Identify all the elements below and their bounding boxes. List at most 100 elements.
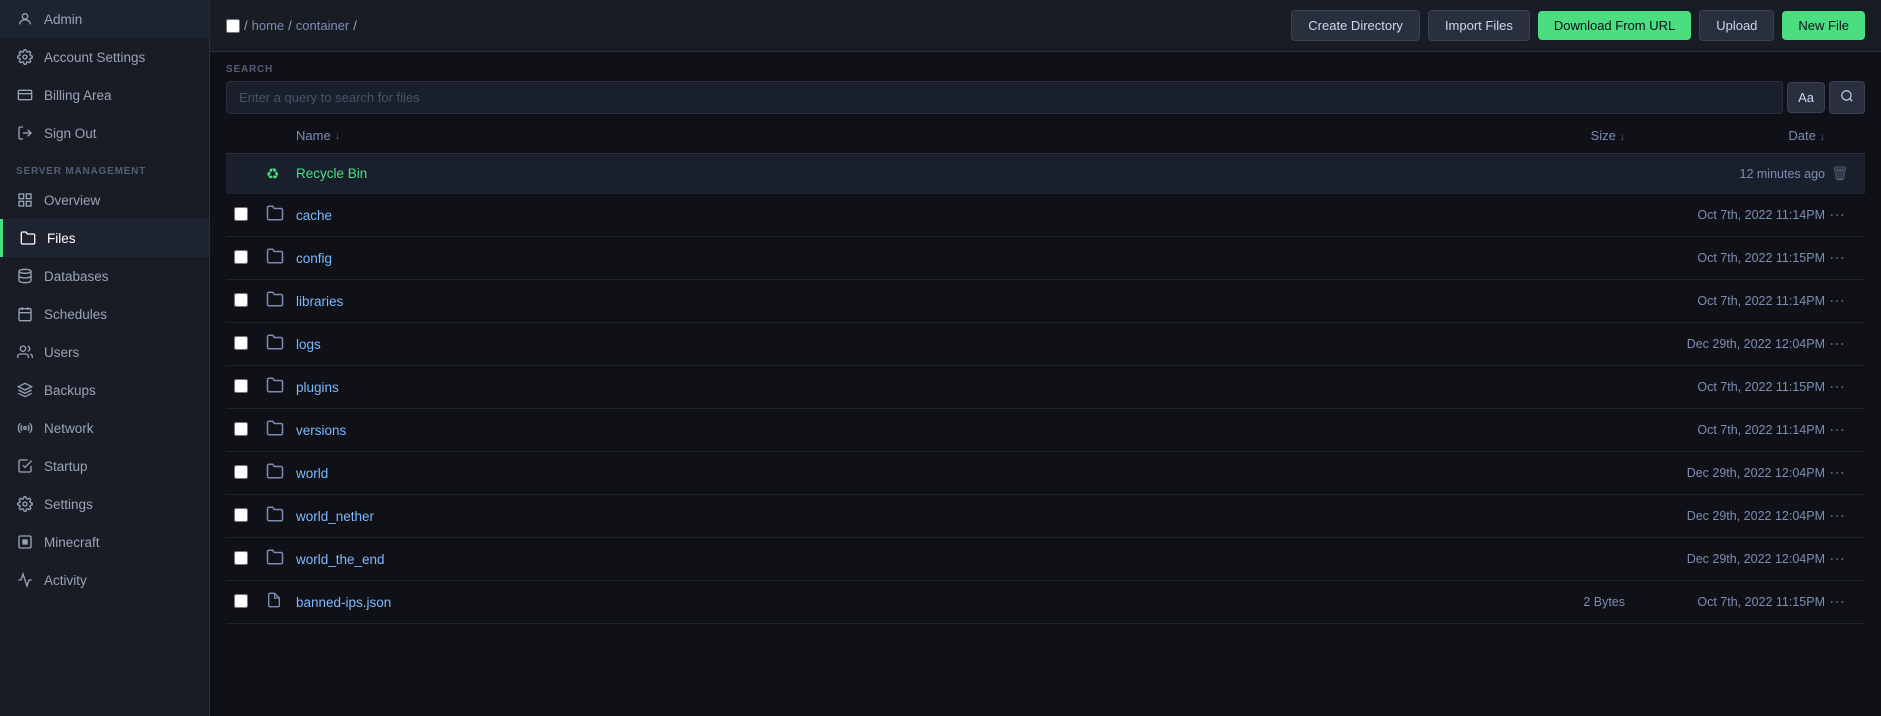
col-header-size: Size ↓ — [1505, 128, 1625, 143]
sidebar-item-schedules[interactable]: Schedules — [0, 295, 209, 333]
search-submit-button[interactable] — [1829, 81, 1865, 114]
file-name-link[interactable]: libraries — [296, 294, 343, 309]
table-row[interactable]: ♻Recycle Bin12 minutes ago🗑 — [226, 154, 1865, 194]
row-checkbox[interactable] — [234, 422, 248, 436]
row-checkbox[interactable] — [234, 379, 248, 393]
search-label: SEARCH — [226, 64, 1865, 75]
sidebar-label-backups: Backups — [44, 383, 96, 398]
table-row[interactable]: world Dec 29th, 2022 12:04PM⋯ — [226, 452, 1865, 495]
files-icon — [19, 229, 37, 247]
row-actions-button[interactable]: ⋯ — [1825, 590, 1849, 614]
sidebar-item-overview[interactable]: Overview — [0, 181, 209, 219]
file-icon — [266, 595, 282, 612]
row-checkbox[interactable] — [234, 508, 248, 522]
table-row[interactable]: world_nether Dec 29th, 2022 12:04PM⋯ — [226, 495, 1865, 538]
name-sort-arrow[interactable]: ↓ — [335, 130, 341, 142]
sidebar-label-schedules: Schedules — [44, 307, 107, 322]
sidebar-item-minecraft[interactable]: Minecraft — [0, 523, 209, 561]
sidebar-label-startup: Startup — [44, 459, 88, 474]
sidebar-label-overview: Overview — [44, 193, 100, 208]
sidebar-label-users: Users — [44, 345, 79, 360]
file-name-link[interactable]: world_nether — [296, 509, 374, 524]
file-name-link[interactable]: plugins — [296, 380, 339, 395]
search-row: Aa — [226, 81, 1865, 114]
table-row[interactable]: librariesOct 7th, 2022 11:14PM⋯ — [226, 280, 1865, 323]
sidebar-label-signout: Sign Out — [44, 126, 97, 141]
file-name-link[interactable]: versions — [296, 423, 346, 438]
row-actions-button[interactable]: ⋯ — [1825, 203, 1849, 227]
file-name-link[interactable]: Recycle Bin — [296, 166, 367, 181]
create-directory-button[interactable]: Create Directory — [1291, 10, 1420, 41]
sidebar-item-signout[interactable]: Sign Out — [0, 114, 209, 152]
row-actions-button[interactable]: ⋯ — [1825, 504, 1849, 528]
row-checkbox[interactable] — [234, 207, 248, 221]
row-actions-button[interactable]: ⋯ — [1825, 547, 1849, 571]
sidebar-item-network[interactable]: Network — [0, 409, 209, 447]
search-input[interactable] — [226, 81, 1783, 114]
file-name-link[interactable]: world_the_end — [296, 552, 385, 567]
row-actions-button[interactable]: ⋯ — [1825, 461, 1849, 485]
sidebar-item-databases[interactable]: Databases — [0, 257, 209, 295]
sidebar-item-billing[interactable]: Billing Area — [0, 76, 209, 114]
delete-button[interactable]: 🗑 — [1825, 163, 1855, 184]
toolbar: / home / container / Create Directory Im… — [210, 0, 1881, 52]
file-size: 2 Bytes — [1505, 595, 1625, 609]
col-header-name: Name ↓ — [296, 128, 1505, 143]
file-date: Oct 7th, 2022 11:14PM — [1625, 208, 1825, 222]
select-all-checkbox[interactable] — [226, 19, 240, 33]
sidebar-item-account-settings[interactable]: Account Settings — [0, 38, 209, 76]
file-date: Oct 7th, 2022 11:15PM — [1625, 251, 1825, 265]
gear-icon — [16, 48, 34, 66]
sidebar-label-admin: Admin — [44, 12, 82, 27]
row-checkbox[interactable] — [234, 551, 248, 565]
sidebar-item-startup[interactable]: Startup — [0, 447, 209, 485]
table-row[interactable]: logsDec 29th, 2022 12:04PM⋯ — [226, 323, 1865, 366]
row-checkbox[interactable] — [234, 336, 248, 350]
date-sort-arrow[interactable]: ↓ — [1820, 131, 1826, 143]
sidebar-item-activity[interactable]: Activity — [0, 561, 209, 599]
folder-icon — [266, 295, 284, 312]
sidebar-item-backups[interactable]: Backups — [0, 371, 209, 409]
case-sensitive-button[interactable]: Aa — [1787, 82, 1825, 113]
file-date: Dec 29th, 2022 12:04PM — [1625, 509, 1825, 523]
sidebar-item-settings[interactable]: Settings — [0, 485, 209, 523]
row-actions-button[interactable]: ⋯ — [1825, 375, 1849, 399]
breadcrumb-container[interactable]: container — [296, 18, 349, 33]
file-name-link[interactable]: config — [296, 251, 332, 266]
sidebar-label-files: Files — [47, 231, 76, 246]
file-name-link[interactable]: cache — [296, 208, 332, 223]
row-actions-button[interactable]: ⋯ — [1825, 246, 1849, 270]
file-date: Dec 29th, 2022 12:04PM — [1625, 466, 1825, 480]
schedules-icon — [16, 305, 34, 323]
row-actions-button[interactable]: ⋯ — [1825, 289, 1849, 313]
users-icon — [16, 343, 34, 361]
row-checkbox[interactable] — [234, 465, 248, 479]
sidebar-label-minecraft: Minecraft — [44, 535, 100, 550]
upload-button[interactable]: Upload — [1699, 10, 1774, 41]
file-name-link[interactable]: banned-ips.json — [296, 595, 391, 610]
folder-icon — [266, 252, 284, 269]
row-actions-button[interactable]: ⋯ — [1825, 332, 1849, 356]
table-row[interactable]: config Oct 7th, 2022 11:15PM⋯ — [226, 237, 1865, 280]
table-row[interactable]: banned-ips.json2 BytesOct 7th, 2022 11:1… — [226, 581, 1865, 624]
sidebar-item-files[interactable]: Files — [0, 219, 209, 257]
search-area: SEARCH Aa — [210, 52, 1881, 118]
row-actions-button[interactable]: ⋯ — [1825, 418, 1849, 442]
file-name-link[interactable]: logs — [296, 337, 321, 352]
sidebar-item-admin[interactable]: Admin — [0, 0, 209, 38]
download-from-url-button[interactable]: Download From URL — [1538, 11, 1691, 40]
folder-icon — [266, 209, 284, 226]
sidebar-item-users[interactable]: Users — [0, 333, 209, 371]
file-name-link[interactable]: world — [296, 466, 328, 481]
breadcrumb-home[interactable]: home — [252, 18, 285, 33]
new-file-button[interactable]: New File — [1782, 11, 1865, 40]
table-row[interactable]: pluginsOct 7th, 2022 11:15PM⋯ — [226, 366, 1865, 409]
table-row[interactable]: versionsOct 7th, 2022 11:14PM⋯ — [226, 409, 1865, 452]
row-checkbox[interactable] — [234, 250, 248, 264]
table-row[interactable]: world_the_endDec 29th, 2022 12:04PM⋯ — [226, 538, 1865, 581]
activity-icon — [16, 571, 34, 589]
table-row[interactable]: cache Oct 7th, 2022 11:14PM⋯ — [226, 194, 1865, 237]
row-checkbox[interactable] — [234, 293, 248, 307]
import-files-button[interactable]: Import Files — [1428, 10, 1530, 41]
row-checkbox[interactable] — [234, 594, 248, 608]
